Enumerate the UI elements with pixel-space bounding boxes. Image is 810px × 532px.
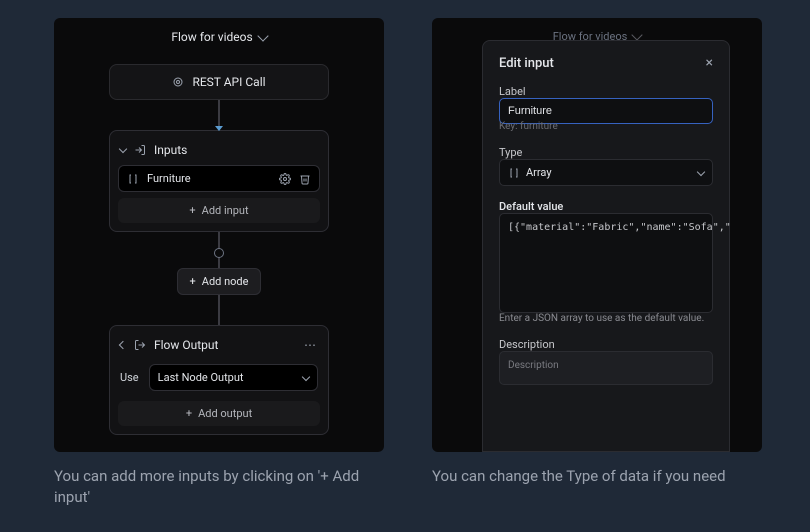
plus-icon: + — [190, 275, 196, 288]
plus-icon: + — [186, 407, 192, 420]
edit-input-modal: Edit input × Label Key: furniture Type — [482, 40, 730, 452]
add-node-button[interactable]: + Add node — [177, 268, 262, 295]
chevron-left-icon[interactable] — [119, 341, 127, 349]
flow-builder-panel: Flow for videos REST API Call — [54, 18, 384, 452]
modal-title: Edit input — [499, 56, 554, 71]
inputs-card: Inputs Furniture — [109, 130, 329, 232]
close-icon[interactable]: × — [706, 55, 713, 71]
array-type-icon — [127, 173, 139, 185]
rest-api-label: REST API Call — [192, 75, 265, 89]
gear-icon[interactable] — [279, 173, 291, 185]
chevron-down-icon — [697, 167, 705, 175]
type-select[interactable]: Array — [499, 159, 713, 186]
inputs-header: Inputs — [154, 143, 187, 157]
chevron-down-icon — [632, 29, 643, 40]
default-value-textarea[interactable]: [{"material":"Fabric","name":"Sofa"," — [499, 213, 713, 313]
default-value-label: Default value — [499, 200, 713, 213]
default-value-hint: Enter a JSON array to use as the default… — [499, 313, 713, 324]
add-output-button[interactable]: + Add output — [118, 401, 320, 426]
add-input-button[interactable]: + Add input — [118, 198, 320, 223]
flow-edge — [218, 295, 220, 325]
description-textarea[interactable]: Description — [499, 351, 713, 385]
flow-output-card: Flow Output ⋯ Use Last Node Output + Add — [109, 325, 329, 435]
flow-edge — [218, 232, 220, 254]
flow-output-header: Flow Output — [154, 338, 218, 352]
more-icon[interactable]: ⋯ — [304, 338, 318, 352]
label-field-label: Label — [499, 85, 713, 98]
add-output-label: Add output — [198, 407, 252, 420]
chevron-down-icon[interactable] — [119, 145, 127, 153]
flow-title-bar[interactable]: Flow for videos — [54, 18, 384, 56]
left-caption: You can add more inputs by clicking on '… — [54, 466, 384, 508]
chevron-down-icon — [302, 372, 310, 380]
rest-api-node[interactable]: REST API Call — [109, 64, 329, 100]
right-caption: You can change the Type of data if you n… — [432, 466, 762, 487]
description-field-label: Description — [499, 338, 713, 351]
chevron-down-icon — [257, 30, 268, 41]
use-label: Use — [120, 371, 139, 384]
input-icon — [134, 144, 146, 156]
trash-icon[interactable] — [299, 173, 311, 185]
target-icon — [172, 76, 184, 88]
flow-title: Flow for videos — [171, 30, 252, 44]
type-field-label: Type — [499, 146, 713, 159]
plus-icon: + — [189, 204, 195, 217]
add-node-label: Add node — [202, 275, 249, 288]
output-source-value: Last Node Output — [158, 371, 244, 384]
array-type-icon — [508, 167, 520, 179]
input-item-label: Furniture — [147, 172, 191, 185]
type-value: Array — [526, 166, 552, 179]
output-source-select[interactable]: Last Node Output — [149, 364, 318, 391]
edit-input-panel: Flow for videos Edit input × Label Key: … — [432, 18, 762, 452]
output-icon — [134, 339, 146, 351]
add-input-label: Add input — [202, 204, 249, 217]
input-item-row[interactable]: Furniture — [118, 165, 320, 192]
flow-edge — [218, 100, 220, 130]
